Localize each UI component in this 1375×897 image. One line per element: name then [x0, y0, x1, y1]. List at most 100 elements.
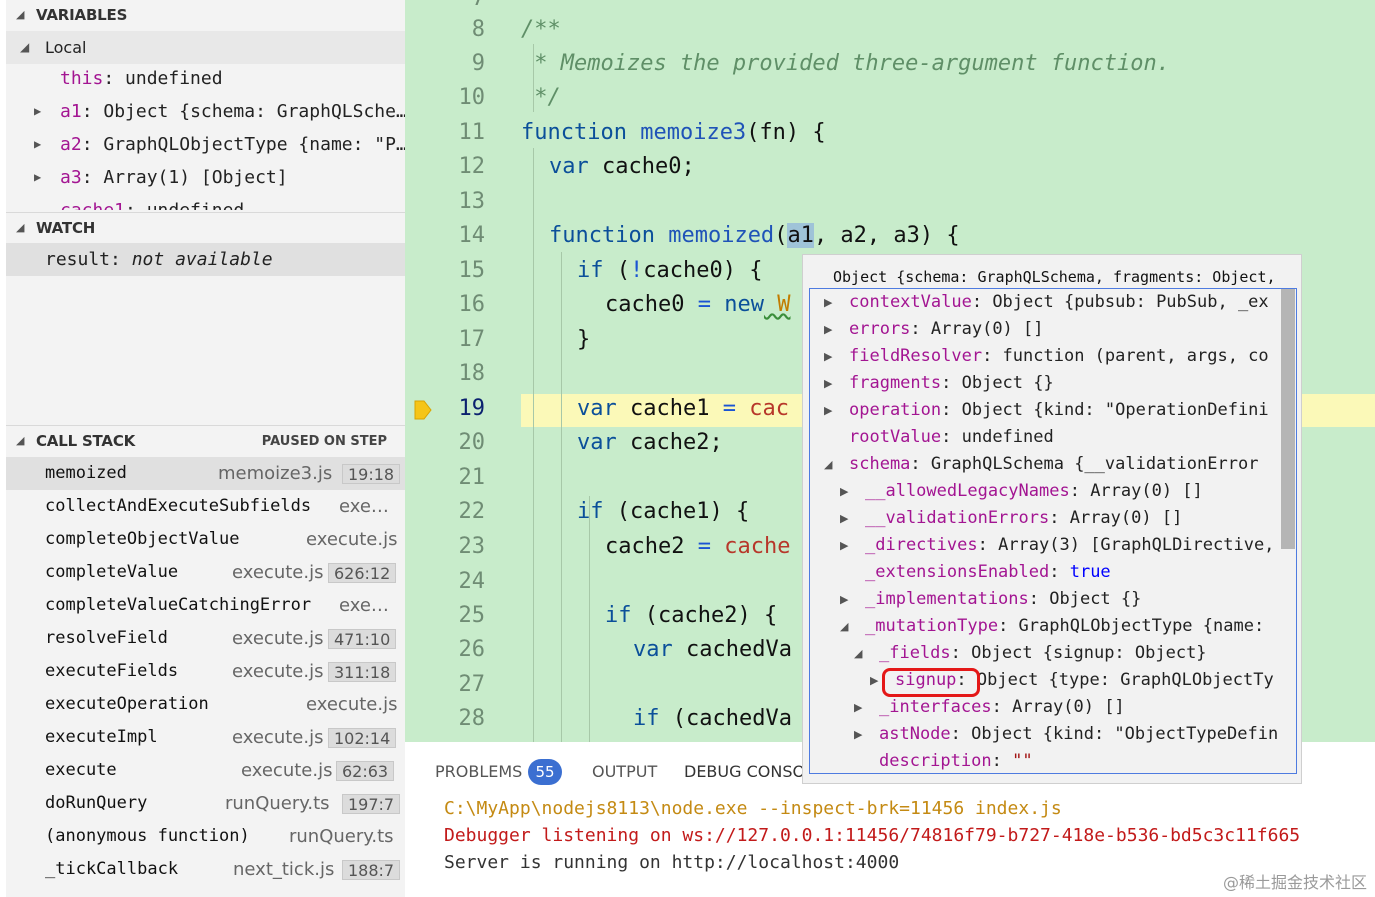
callstack-section-header[interactable]: ◢ CALL STACK PAUSED ON STEP: [6, 425, 405, 455]
code-line: */: [521, 85, 561, 110]
stack-frame[interactable]: executeFields execute.js 311:18: [6, 655, 405, 688]
line-number: 14: [458, 223, 486, 248]
paused-status: PAUSED ON STEP: [261, 434, 387, 449]
line-number: 18: [458, 361, 486, 386]
line-number: 17: [458, 327, 486, 352]
chevron-down-icon: ◢: [824, 458, 833, 471]
chevron-right-icon: ▶: [824, 323, 833, 336]
hover-header: Object {schema: GraphQLSchema, fragments…: [833, 268, 1276, 286]
stack-frame[interactable]: completeValueCatchingError exe…: [6, 589, 405, 622]
line-number: 27: [458, 672, 486, 697]
tree-row[interactable]: ▶ errors: Array(0) []: [819, 316, 1044, 343]
tree-row[interactable]: ◢ _fields: Object {signup: Object}: [849, 640, 1207, 667]
stack-frame[interactable]: doRunQuery runQuery.ts 197:7: [6, 787, 405, 820]
variables-title: VARIABLES: [36, 6, 128, 24]
tree-row[interactable]: ▶ fieldResolver: function (parent, args, …: [819, 343, 1269, 370]
console-line: Debugger listening on ws://127.0.0.1:114…: [444, 825, 1301, 846]
stack-frame[interactable]: resolveField execute.js 471:10: [6, 622, 405, 655]
line-number: 26: [458, 637, 486, 662]
tab-output[interactable]: OUTPUT: [592, 762, 657, 782]
stack-frame[interactable]: _tickCallback next_tick.js 188:7: [6, 853, 405, 886]
debugger-window: ◢ VARIABLES ◢ Local this: undefined ▶ a1…: [0, 0, 1375, 897]
tab-problems[interactable]: PROBLEMS: [435, 762, 522, 782]
stack-frame[interactable]: completeObjectValue execute.js: [6, 523, 405, 556]
tree-row[interactable]: ▶ _implementations: Object {}: [835, 586, 1141, 613]
tab-debug-console[interactable]: DEBUG CONSOL: [684, 762, 814, 782]
chevron-down-icon: ◢: [20, 40, 30, 54]
hover-scrollbar[interactable]: [1281, 289, 1295, 549]
code-line: if (cachedVa: [633, 706, 792, 731]
code-line: var cache1 = cac: [577, 396, 789, 421]
chevron-right-icon: ▶: [840, 539, 849, 552]
code-line: if (cache1) {: [577, 499, 750, 524]
tree-row[interactable]: ▶ _directives: Array(3) [GraphQLDirective…: [835, 532, 1274, 559]
code-line: /**: [521, 17, 561, 42]
tree-row[interactable]: ◢ _mutationType: GraphQLObjectType {name:: [835, 613, 1264, 640]
code-line: * Memoizes the provided three-argument f…: [521, 51, 1171, 76]
tree-row[interactable]: ▶ contextValue: Object {pubsub: PubSub, _…: [819, 289, 1269, 316]
line-number: 21: [458, 465, 486, 490]
stack-frame[interactable]: (anonymous function) runQuery.ts: [6, 820, 405, 853]
chevron-down-icon: ◢: [840, 620, 849, 633]
tree-row[interactable]: rootValue: undefined: [819, 424, 1054, 451]
chevron-right-icon: ▶: [870, 674, 879, 687]
line-number: 13: [458, 189, 486, 214]
code-line: function memoize3(fn) {: [521, 120, 826, 145]
watch-title: WATCH: [36, 219, 96, 237]
line-number: 12: [458, 154, 486, 179]
tree-row[interactable]: ▶ fragments: Object {}: [819, 370, 1054, 397]
chevron-down-icon: ◢: [16, 221, 25, 234]
debug-step-arrow-icon: [414, 400, 432, 420]
code-line: var cache2;: [577, 430, 723, 455]
line-number: 28: [458, 706, 486, 731]
tree-row[interactable]: ▶ _interfaces: Array(0) []: [849, 694, 1125, 721]
stack-frame[interactable]: completeValue execute.js 626:12: [6, 556, 405, 589]
watermark: @稀土掘金技术社区: [1222, 873, 1367, 892]
chevron-right-icon: ▶: [824, 296, 833, 309]
console-line: C:\MyApp\nodejs8113\node.exe --inspect-b…: [444, 798, 1062, 819]
line-number: 20: [458, 430, 486, 455]
tree-row[interactable]: ▶ __allowedLegacyNames: Array(0) []: [835, 478, 1203, 505]
chevron-right-icon: ▶: [34, 137, 42, 151]
callstack-title: CALL STACK: [36, 432, 136, 450]
variable-a2[interactable]: ▶ a2: GraphQLObjectType {name: "P…: [6, 128, 405, 161]
watch-expression[interactable]: result: not available: [6, 243, 405, 276]
chevron-right-icon: ▶: [34, 104, 42, 118]
variable-cache1[interactable]: cache1: undefined: [6, 194, 405, 210]
variables-section-header[interactable]: ◢ VARIABLES: [6, 0, 405, 30]
chevron-right-icon: ▶: [840, 485, 849, 498]
tree-row[interactable]: ▶ __validationErrors: Array(0) []: [835, 505, 1182, 532]
stack-frame[interactable]: collectAndExecuteSubfields exe…: [6, 490, 405, 523]
tree-row[interactable]: description: "": [849, 748, 1033, 775]
chevron-down-icon: ◢: [16, 434, 25, 447]
chevron-right-icon: ▶: [34, 170, 42, 184]
stack-frame[interactable]: executeOperation execute.js: [6, 688, 405, 721]
stack-frame[interactable]: execute execute.js 62:63: [6, 754, 405, 787]
line-number: 8: [471, 17, 485, 42]
line-number: 9: [471, 51, 485, 76]
line-number: 24: [458, 569, 486, 594]
problems-count-badge: 55: [528, 759, 562, 785]
tree-row[interactable]: _extensionsEnabled: true: [835, 559, 1111, 586]
scope-local[interactable]: ◢ Local: [6, 31, 405, 64]
line-number: 22: [458, 499, 486, 524]
chevron-down-icon: ◢: [16, 8, 25, 21]
variable-this[interactable]: this: undefined: [6, 62, 405, 95]
code-line: }: [577, 327, 591, 352]
tree-row[interactable]: ▶ astNode: Object {kind: "ObjectTypeDefin: [849, 721, 1278, 748]
chevron-right-icon: ▶: [824, 404, 833, 417]
tree-row[interactable]: ◢ schema: GraphQLSchema {__validationErro…: [819, 451, 1258, 478]
watch-section-header[interactable]: ◢ WATCH: [6, 212, 405, 242]
variable-a3[interactable]: ▶ a3: Array(1) [Object]: [6, 161, 405, 194]
variable-a1[interactable]: ▶ a1: Object {schema: GraphQLSche…: [6, 95, 405, 128]
tree-row[interactable]: ▶ operation: Object {kind: "OperationDefi…: [819, 397, 1269, 424]
chevron-right-icon: ▶: [824, 377, 833, 390]
line-number: 10: [458, 85, 486, 110]
chevron-right-icon: ▶: [840, 593, 849, 606]
highlight-annotation: [882, 668, 980, 697]
stack-frame[interactable]: memoized memoize3.js 19:18: [6, 457, 405, 490]
line-number: 11: [458, 120, 486, 145]
code-line: function memoized(a1, a2, a3) {: [549, 223, 960, 248]
chevron-right-icon: ▶: [840, 512, 849, 525]
stack-frame[interactable]: executeImpl execute.js 102:14: [6, 721, 405, 754]
